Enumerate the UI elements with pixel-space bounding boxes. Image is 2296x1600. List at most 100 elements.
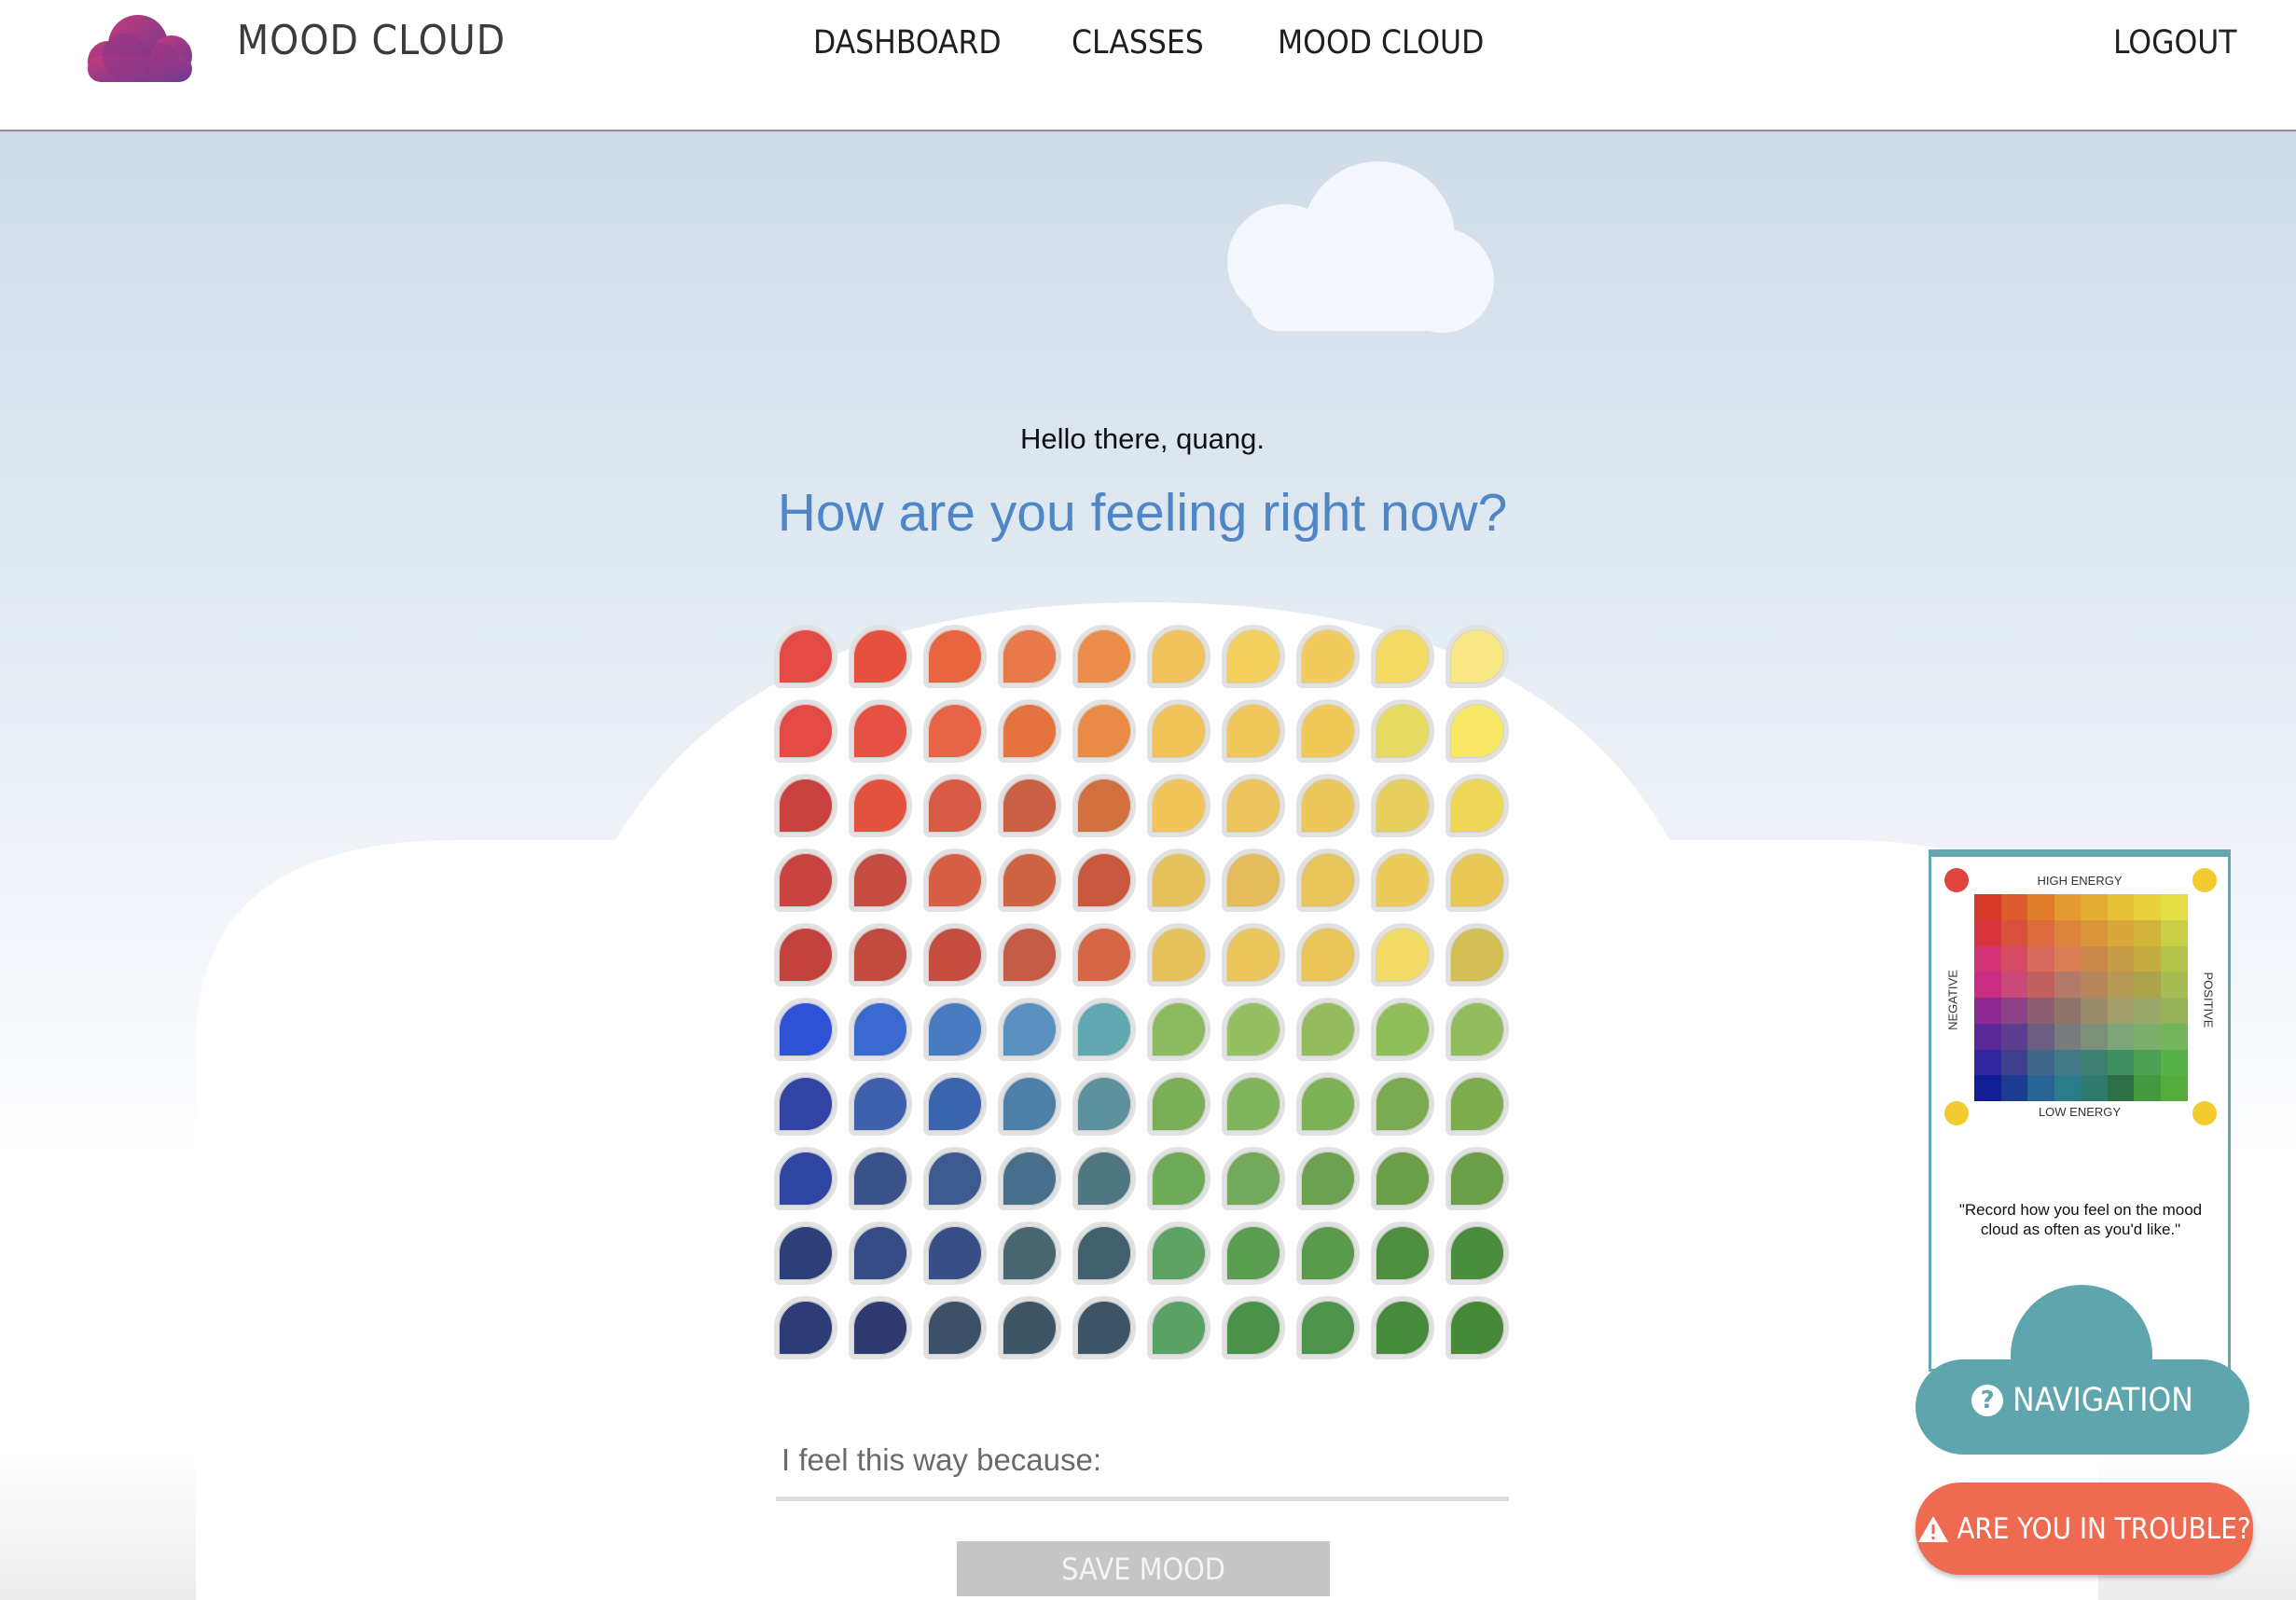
mood-dot[interactable]	[1072, 699, 1136, 763]
mood-dot[interactable]	[1147, 1296, 1210, 1359]
mood-dot[interactable]	[1147, 923, 1210, 986]
nav-classes[interactable]: CLASSES	[1072, 24, 1204, 62]
mood-dot[interactable]	[1222, 923, 1285, 986]
mood-dot[interactable]	[1296, 625, 1360, 688]
mood-dot[interactable]	[1147, 848, 1210, 912]
mood-dot[interactable]	[1072, 1072, 1136, 1136]
mood-dot[interactable]	[1072, 998, 1136, 1061]
navigation-button[interactable]: ? NAVIGATION	[1914, 1285, 2251, 1458]
mood-dot[interactable]	[849, 923, 912, 986]
mood-dot[interactable]	[1445, 625, 1509, 688]
mood-dot[interactable]	[1222, 848, 1285, 912]
mood-dot[interactable]	[1445, 998, 1509, 1061]
mood-dot[interactable]	[1371, 848, 1434, 912]
mood-dot[interactable]	[1445, 1221, 1509, 1285]
mood-dot[interactable]	[1296, 998, 1360, 1061]
mood-dot[interactable]	[774, 625, 837, 688]
mood-dot[interactable]	[1147, 998, 1210, 1061]
mood-dot[interactable]	[1072, 1221, 1136, 1285]
mood-dot[interactable]	[1222, 699, 1285, 763]
mood-dot[interactable]	[849, 1147, 912, 1210]
mood-dot[interactable]	[998, 625, 1061, 688]
mood-dot[interactable]	[1296, 1072, 1360, 1136]
mood-dot[interactable]	[774, 699, 837, 763]
mood-dot[interactable]	[1222, 774, 1285, 837]
mood-dot[interactable]	[774, 848, 837, 912]
mood-dot[interactable]	[1222, 1221, 1285, 1285]
mood-dot[interactable]	[998, 1147, 1061, 1210]
mood-dot[interactable]	[1222, 1147, 1285, 1210]
mood-dot[interactable]	[849, 774, 912, 837]
mood-dot[interactable]	[1445, 774, 1509, 837]
mood-dot[interactable]	[1445, 923, 1509, 986]
mood-dot[interactable]	[1371, 1147, 1434, 1210]
mood-dot[interactable]	[774, 1296, 837, 1359]
mood-dot[interactable]	[1445, 1147, 1509, 1210]
brand-name[interactable]: MOOD CLOUD	[237, 17, 505, 64]
mood-dot[interactable]	[774, 1221, 837, 1285]
nav-mood-cloud[interactable]: MOOD CLOUD	[1278, 24, 1484, 62]
mood-dot[interactable]	[1371, 923, 1434, 986]
mood-dot[interactable]	[1222, 1296, 1285, 1359]
mood-dot[interactable]	[1222, 625, 1285, 688]
mood-dot[interactable]	[998, 774, 1061, 837]
mood-dot[interactable]	[923, 774, 987, 837]
mood-dot[interactable]	[1371, 699, 1434, 763]
mood-dot[interactable]	[1147, 1221, 1210, 1285]
mood-dot[interactable]	[923, 1072, 987, 1136]
mood-dot[interactable]	[1445, 848, 1509, 912]
mood-dot[interactable]	[1072, 1296, 1136, 1359]
mood-dot[interactable]	[1072, 923, 1136, 986]
mood-dot[interactable]	[1072, 848, 1136, 912]
mood-dot[interactable]	[1147, 699, 1210, 763]
mood-dot[interactable]	[1445, 1296, 1509, 1359]
trouble-button[interactable]: ARE YOU IN TROUBLE?	[1916, 1483, 2253, 1575]
mood-dot[interactable]	[1222, 998, 1285, 1061]
mood-dot[interactable]	[1371, 1072, 1434, 1136]
mood-dot[interactable]	[923, 1147, 987, 1210]
mood-dot[interactable]	[923, 923, 987, 986]
mood-dot[interactable]	[1371, 625, 1434, 688]
mood-dot[interactable]	[998, 699, 1061, 763]
mood-dot[interactable]	[998, 998, 1061, 1061]
mood-dot[interactable]	[998, 1072, 1061, 1136]
mood-dot[interactable]	[774, 923, 837, 986]
nav-logout[interactable]: LOGOUT	[2113, 24, 2237, 62]
mood-dot[interactable]	[998, 923, 1061, 986]
brand-logo[interactable]	[71, 7, 203, 82]
mood-dot[interactable]	[1371, 1221, 1434, 1285]
mood-dot[interactable]	[1371, 774, 1434, 837]
mood-dot[interactable]	[923, 848, 987, 912]
mood-dot[interactable]	[923, 699, 987, 763]
mood-dot[interactable]	[774, 774, 837, 837]
mood-dot[interactable]	[849, 1221, 912, 1285]
mood-dot[interactable]	[774, 998, 837, 1061]
mood-dot[interactable]	[774, 1147, 837, 1210]
mood-dot[interactable]	[923, 998, 987, 1061]
mood-dot[interactable]	[1296, 923, 1360, 986]
mood-dot[interactable]	[1072, 625, 1136, 688]
mood-dot[interactable]	[1147, 1072, 1210, 1136]
mood-dot[interactable]	[1296, 1221, 1360, 1285]
reason-input[interactable]	[776, 1423, 1509, 1501]
mood-dot[interactable]	[849, 1072, 912, 1136]
mood-dot[interactable]	[849, 1296, 912, 1359]
mood-dot[interactable]	[1296, 848, 1360, 912]
mood-dot[interactable]	[849, 625, 912, 688]
mood-dot[interactable]	[998, 1296, 1061, 1359]
save-mood-button[interactable]: SAVE MOOD	[957, 1541, 1330, 1596]
mood-dot[interactable]	[1445, 1072, 1509, 1136]
mood-dot[interactable]	[849, 998, 912, 1061]
mood-dot[interactable]	[1072, 1147, 1136, 1210]
mood-dot[interactable]	[1371, 1296, 1434, 1359]
mood-dot[interactable]	[1072, 774, 1136, 837]
mood-dot[interactable]	[1296, 1296, 1360, 1359]
mood-dot[interactable]	[1296, 1147, 1360, 1210]
mood-dot[interactable]	[1371, 998, 1434, 1061]
mood-dot[interactable]	[1296, 774, 1360, 837]
mood-dot[interactable]	[1222, 1072, 1285, 1136]
mood-dot[interactable]	[998, 848, 1061, 912]
mood-dot[interactable]	[1445, 699, 1509, 763]
mood-dot[interactable]	[923, 625, 987, 688]
mood-dot[interactable]	[849, 699, 912, 763]
